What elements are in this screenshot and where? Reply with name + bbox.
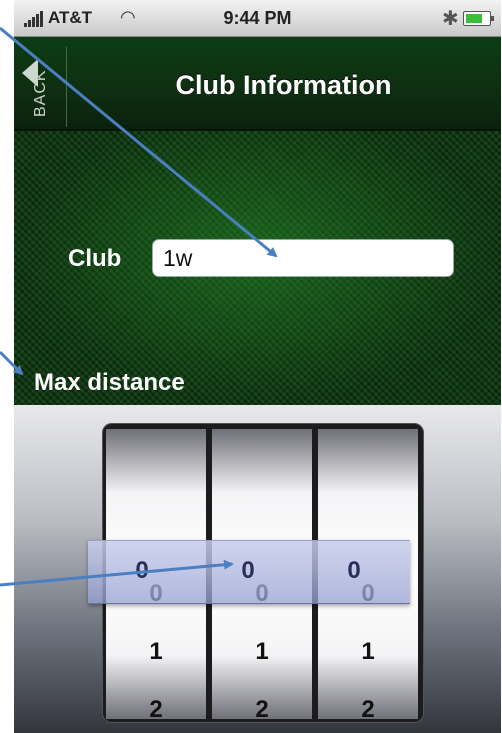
back-button[interactable]: BACK xyxy=(14,47,67,127)
status-bar: AT&T ◠ 9:44 PM ✱ xyxy=(14,0,501,37)
picker-value: 1 xyxy=(255,638,269,665)
picker-value: 2 xyxy=(361,696,375,719)
bluetooth-icon: ✱ xyxy=(442,8,459,30)
selected-value-tens: 0 xyxy=(241,557,255,584)
page-title: Club Information xyxy=(175,70,392,100)
picker-selection-indicator: 0 0 0 xyxy=(88,540,410,604)
picker-value: 2 xyxy=(149,696,163,719)
navigation-bar: BACK Club Information xyxy=(14,37,501,131)
selected-value-hundreds: 0 xyxy=(135,557,149,584)
picker-value: 2 xyxy=(255,696,269,719)
status-time: 9:44 PM xyxy=(223,8,292,28)
club-label: Club xyxy=(68,245,122,272)
selected-value-ones: 0 xyxy=(347,557,361,584)
phone-screen: AT&T ◠ 9:44 PM ✱ BACK Club Information C… xyxy=(14,0,501,733)
max-distance-label: Max distance xyxy=(34,369,185,396)
club-input[interactable] xyxy=(152,239,454,277)
club-form: Club Max distance xyxy=(14,131,501,405)
picker-value: 1 xyxy=(361,638,375,665)
battery-icon xyxy=(463,11,494,26)
picker-value: 1 xyxy=(149,638,163,665)
back-button-label: BACK xyxy=(32,69,49,117)
